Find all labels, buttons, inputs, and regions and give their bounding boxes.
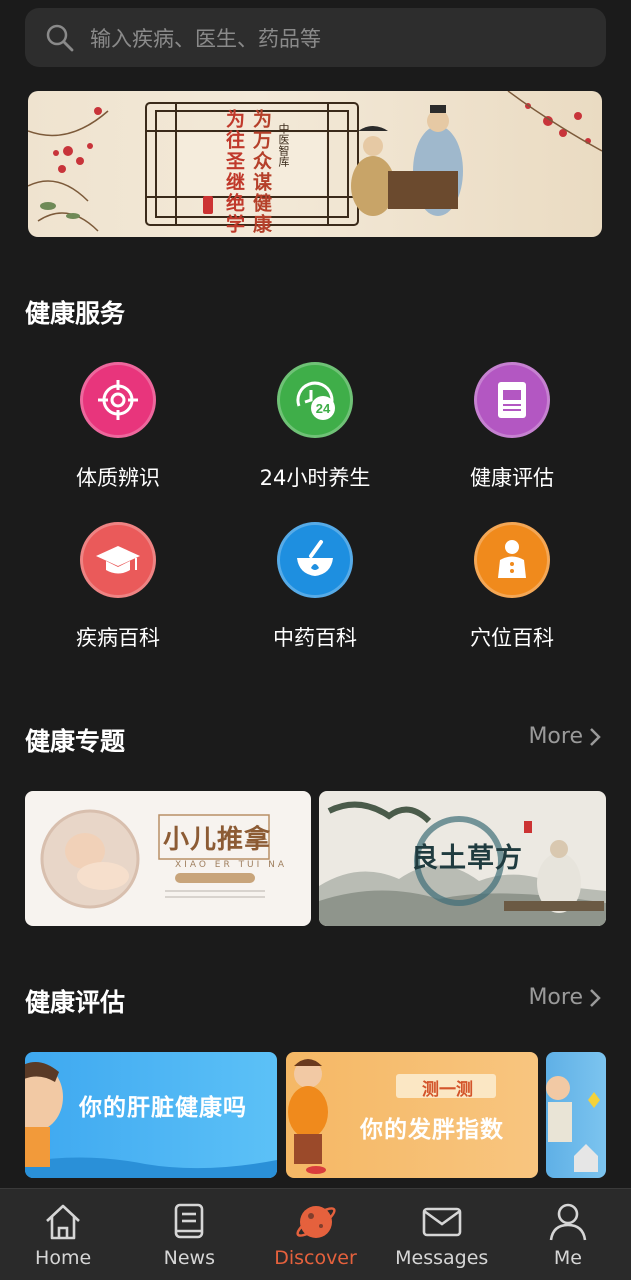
service-herbs[interactable]: 中药百科 (235, 522, 395, 652)
topic-card-remedy[interactable]: 良土草方 (319, 791, 606, 926)
promo-banner[interactable]: 为往圣继绝学 为万众谋健康 中医智库 (28, 91, 602, 237)
clock-24-icon: 24 (277, 362, 353, 438)
topic-card-tuina[interactable]: 小儿推拿 XIAO ER TUI NA (25, 791, 311, 926)
eval-tag: 测一测 (422, 1080, 473, 1100)
banner-slogan-2: 为万众谋健康 (250, 109, 272, 235)
service-label: 24小时养生 (259, 466, 371, 490)
section-title-topics: 健康专题 (25, 727, 126, 756)
topics-more-link[interactable]: More (528, 724, 601, 749)
service-label: 健康评估 (470, 466, 554, 490)
tab-me[interactable]: Me (505, 1189, 631, 1280)
section-title-evaluation: 健康评估 (25, 988, 126, 1017)
tab-label: Discover (274, 1247, 357, 1269)
mortar-icon (277, 522, 353, 598)
eval-card-obesity[interactable]: 测一测 你的发胖指数 (286, 1052, 538, 1178)
chevron-right-icon (590, 727, 601, 746)
banner-slogan-1: 为往圣继绝学 (223, 109, 245, 235)
service-evaluation[interactable]: 健康评估 (432, 362, 592, 492)
document-icon (474, 362, 550, 438)
book-icon (174, 1203, 204, 1239)
search-placeholder: 输入疾病、医生、药品等 (90, 26, 321, 51)
tab-label: Home (35, 1247, 92, 1269)
service-label: 疾病百科 (76, 626, 160, 650)
topic-title: 良土草方 (411, 843, 523, 874)
evaluation-more-link[interactable]: More (528, 985, 601, 1010)
service-label: 穴位百科 (470, 626, 554, 650)
service-constitution[interactable]: 体质辨识 (38, 362, 198, 492)
home-icon (46, 1204, 80, 1240)
tab-discover[interactable]: Discover (252, 1189, 378, 1280)
service-24h[interactable]: 24 24小时养生 (235, 362, 395, 492)
section-title-services: 健康服务 (25, 299, 126, 328)
banner-brand: 中医智库 (277, 123, 290, 167)
tab-home[interactable]: Home (0, 1189, 126, 1280)
search-icon (46, 24, 74, 51)
topic-subtitle: XIAO ER TUI NA (175, 860, 288, 870)
search-bar[interactable]: 输入疾病、医生、药品等 (25, 8, 606, 67)
eval-card-liver[interactable]: 你的肝脏健康吗 (25, 1052, 277, 1178)
service-disease[interactable]: 疾病百科 (38, 522, 198, 652)
bottom-tab-bar: Home News Discover Messages Me (0, 1188, 631, 1280)
acupoint-figure-icon (474, 522, 550, 598)
topic-illustration-tuina (40, 809, 270, 909)
svg-text:24: 24 (316, 401, 331, 416)
envelope-icon (422, 1207, 462, 1237)
tab-label: Messages (395, 1247, 489, 1269)
banner-illustration (28, 91, 602, 232)
tab-messages[interactable]: Messages (379, 1189, 505, 1280)
planet-icon (295, 1206, 336, 1238)
chevron-right-icon (590, 988, 601, 1007)
tab-label: News (163, 1247, 215, 1269)
topic-title: 小儿推拿 (163, 825, 272, 855)
service-acupoints[interactable]: 穴位百科 (432, 522, 592, 652)
eval-illustration-partial (546, 1076, 600, 1172)
more-label: More (528, 724, 583, 749)
service-label: 体质辨识 (76, 466, 160, 490)
graduation-cap-icon (80, 522, 156, 598)
eval-title: 你的发胖指数 (360, 1116, 504, 1143)
person-icon (549, 1203, 587, 1241)
service-label: 中药百科 (273, 626, 357, 650)
tab-news[interactable]: News (126, 1189, 252, 1280)
eval-card-partial[interactable] (546, 1052, 606, 1178)
more-label: More (528, 985, 583, 1010)
tab-label: Me (553, 1247, 582, 1269)
eval-title: 你的肝脏健康吗 (79, 1094, 247, 1121)
target-icon (80, 362, 156, 438)
